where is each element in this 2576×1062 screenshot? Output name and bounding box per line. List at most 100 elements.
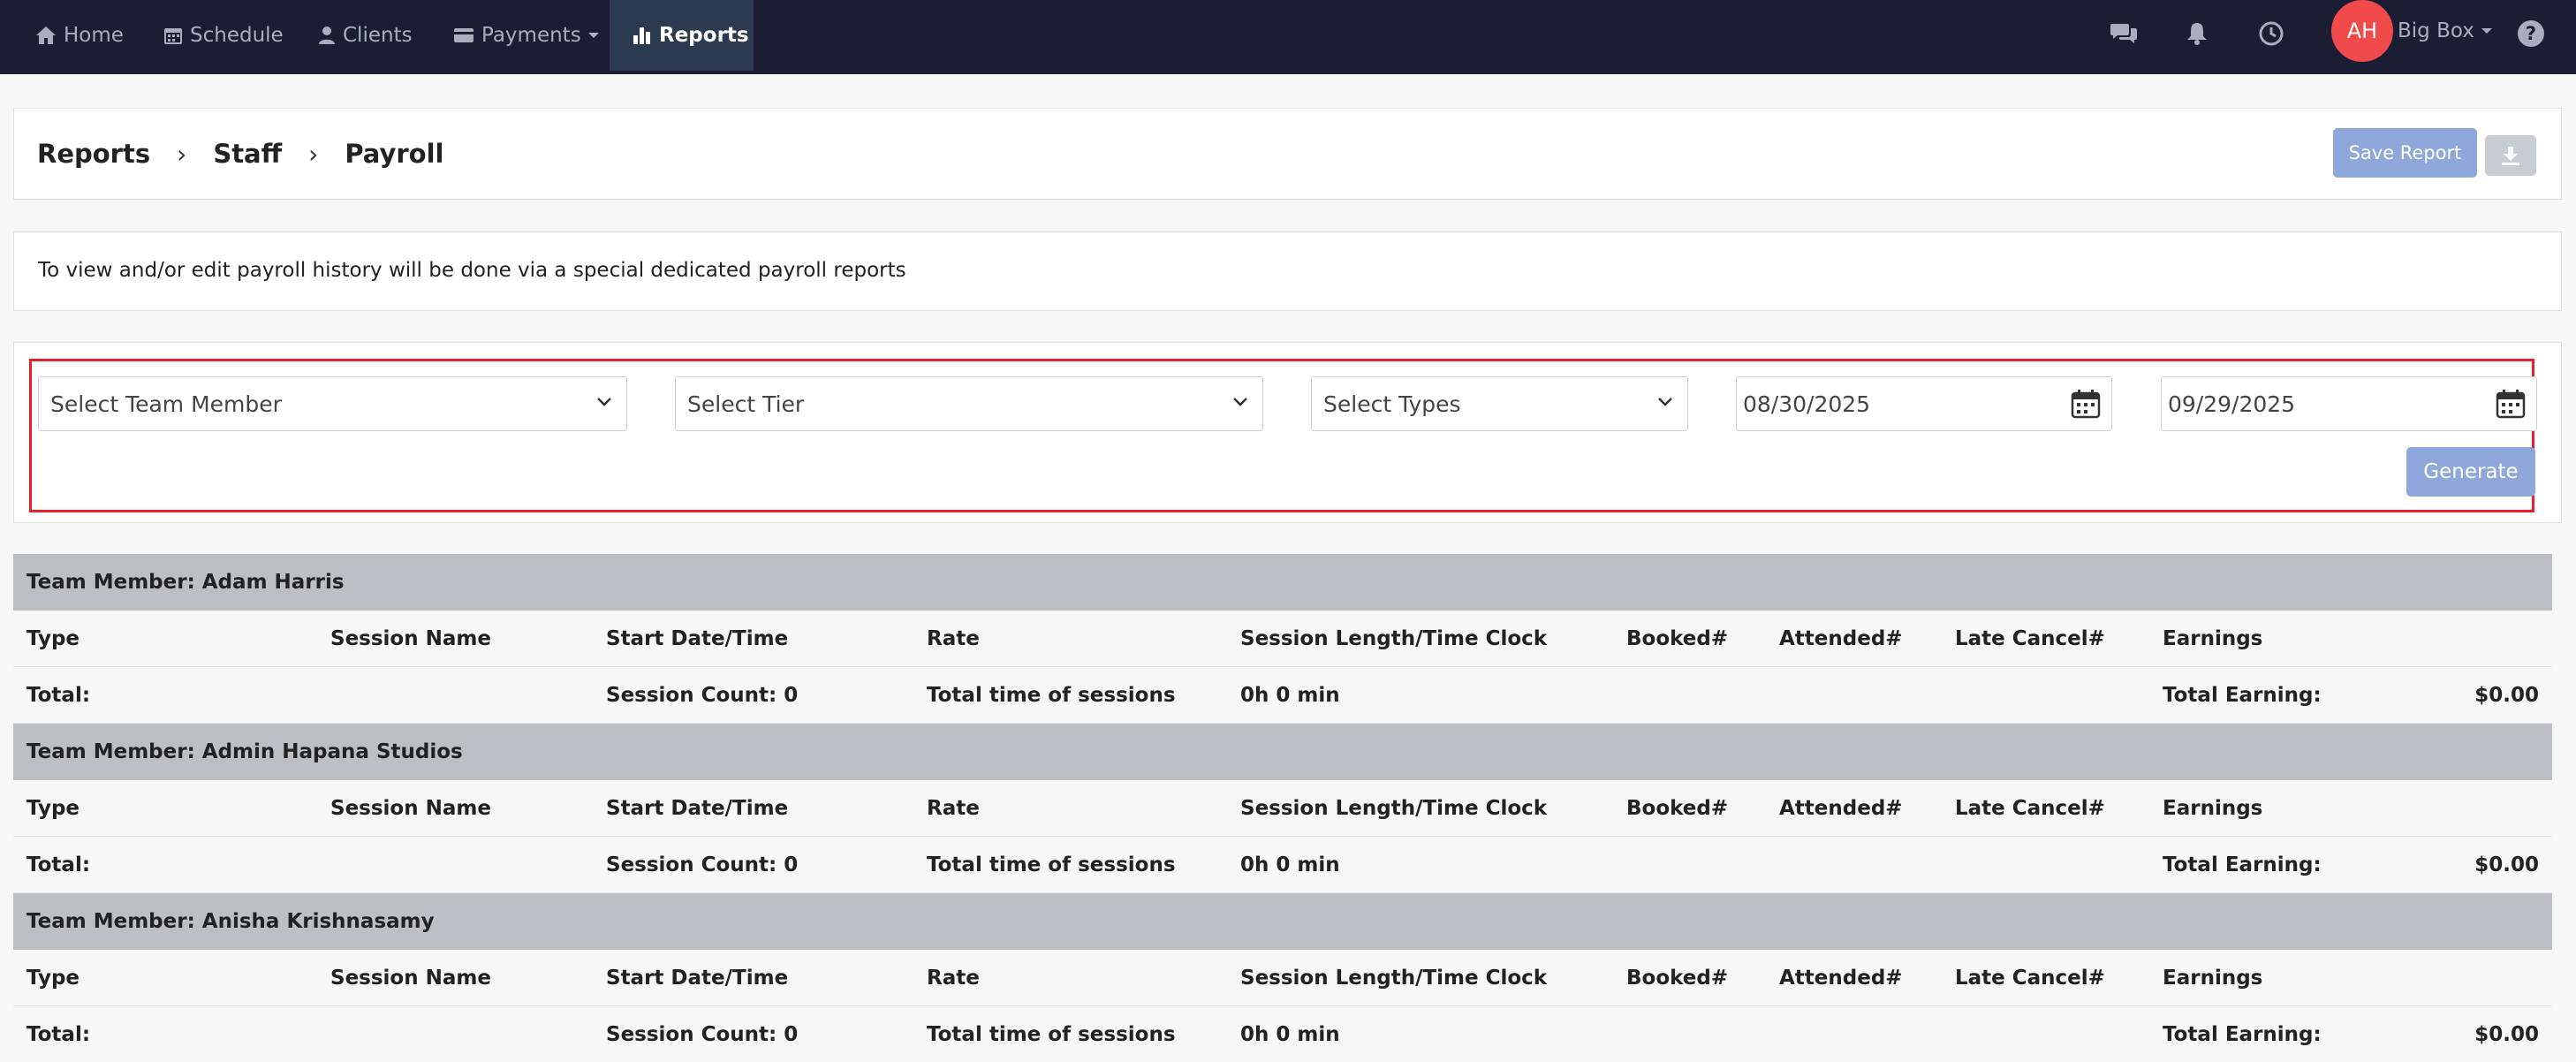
col-rate: Rate bbox=[927, 797, 980, 820]
col-attended: Attended# bbox=[1779, 627, 1903, 650]
member-name: Anisha Krishnasamy bbox=[201, 910, 435, 933]
start-date-value: 08/30/2025 bbox=[1743, 391, 1871, 417]
nav-reports-label: Reports bbox=[659, 24, 749, 47]
nav-home[interactable]: Home bbox=[35, 0, 124, 71]
chevron-down-icon bbox=[597, 398, 611, 406]
total-label: Total: bbox=[27, 684, 91, 707]
total-earning-value: $0.00 bbox=[2474, 853, 2539, 876]
svg-text:?: ? bbox=[2526, 23, 2536, 44]
total-row: Total: Session Count: 0 Total time of se… bbox=[13, 1006, 2552, 1062]
total-label: Total: bbox=[27, 853, 91, 876]
col-earnings: Earnings bbox=[2163, 967, 2263, 990]
total-earning-label: Total Earning: bbox=[2163, 853, 2322, 876]
start-date-input[interactable]: 08/30/2025 bbox=[1736, 376, 2112, 431]
chevron-down-icon bbox=[587, 33, 599, 38]
col-start-datetime: Start Date/Time bbox=[606, 797, 789, 820]
col-late-cancel: Late Cancel# bbox=[1955, 797, 2105, 820]
types-select[interactable]: Select Types bbox=[1311, 376, 1688, 431]
calendar-icon[interactable] bbox=[2496, 389, 2526, 419]
nav-payments-label: Payments bbox=[481, 24, 581, 47]
col-booked: Booked# bbox=[1626, 627, 1729, 650]
total-time-label: Total time of sessions bbox=[927, 1023, 1176, 1046]
home-icon bbox=[36, 27, 56, 44]
breadcrumb-payroll: Payroll bbox=[345, 139, 444, 169]
nav-clients[interactable]: Clients bbox=[318, 0, 413, 71]
col-attended: Attended# bbox=[1779, 797, 1903, 820]
chat-icon[interactable] bbox=[2108, 18, 2140, 49]
col-session-length: Session Length/Time Clock bbox=[1240, 797, 1548, 820]
total-time-value: 0h 0 min bbox=[1240, 1023, 1340, 1046]
column-header-row: Type Session Name Start Date/Time Rate S… bbox=[13, 950, 2552, 1006]
calendar-icon bbox=[164, 28, 182, 44]
total-earning-label: Total Earning: bbox=[2163, 684, 2322, 707]
member-prefix: Team Member: bbox=[27, 910, 202, 933]
nav-home-label: Home bbox=[64, 24, 124, 47]
total-earning-value: $0.00 bbox=[2474, 1023, 2539, 1046]
download-button[interactable] bbox=[2485, 135, 2536, 176]
breadcrumb-separator: › bbox=[308, 139, 319, 169]
col-rate: Rate bbox=[927, 627, 980, 650]
session-count: Session Count: 0 bbox=[606, 853, 799, 876]
team-member-select[interactable]: Select Team Member bbox=[38, 376, 627, 431]
col-booked: Booked# bbox=[1626, 797, 1729, 820]
col-type: Type bbox=[27, 797, 80, 820]
end-date-value: 09/29/2025 bbox=[2168, 391, 2296, 417]
total-earning-label: Total Earning: bbox=[2163, 1023, 2322, 1046]
col-start-datetime: Start Date/Time bbox=[606, 627, 789, 650]
total-row: Total: Session Count: 0 Total time of se… bbox=[13, 837, 2552, 893]
total-time-value: 0h 0 min bbox=[1240, 853, 1340, 876]
tier-select[interactable]: Select Tier bbox=[675, 376, 1263, 431]
nav-schedule[interactable]: Schedule bbox=[163, 0, 284, 71]
total-row: Total: Session Count: 0 Total time of se… bbox=[13, 667, 2552, 724]
account-name: Big Box bbox=[2398, 19, 2474, 42]
total-label: Total: bbox=[27, 1023, 91, 1046]
col-start-datetime: Start Date/Time bbox=[606, 967, 789, 990]
save-report-button[interactable]: Save Report bbox=[2333, 128, 2477, 178]
report-header: Reports › Staff › Payroll Save Report bbox=[13, 108, 2562, 200]
user-icon bbox=[319, 27, 335, 44]
breadcrumb-staff[interactable]: Staff bbox=[213, 139, 282, 169]
member-name: Adam Harris bbox=[201, 571, 345, 594]
top-navigation: Home Schedule Clients Payments Reports A… bbox=[0, 0, 2576, 74]
total-time-label: Total time of sessions bbox=[927, 853, 1176, 876]
generate-button[interactable]: Generate bbox=[2406, 447, 2535, 497]
col-session-name: Session Name bbox=[330, 627, 491, 650]
total-time-value: 0h 0 min bbox=[1240, 684, 1340, 707]
col-booked: Booked# bbox=[1626, 967, 1729, 990]
total-earning-value: $0.00 bbox=[2474, 684, 2539, 707]
col-type: Type bbox=[27, 967, 80, 990]
avatar[interactable]: AH bbox=[2331, 0, 2393, 62]
bell-icon[interactable] bbox=[2181, 18, 2213, 49]
end-date-input[interactable]: 09/29/2025 bbox=[2161, 376, 2537, 431]
col-earnings: Earnings bbox=[2163, 797, 2263, 820]
column-header-row: Type Session Name Start Date/Time Rate S… bbox=[13, 611, 2552, 667]
payroll-notice: To view and/or edit payroll history will… bbox=[13, 231, 2562, 311]
breadcrumb-separator: › bbox=[177, 139, 187, 169]
nav-clients-label: Clients bbox=[343, 24, 413, 47]
team-member-select-value: Select Team Member bbox=[50, 391, 282, 417]
member-row: Team Member: Admin Hapana Studios bbox=[13, 724, 2552, 780]
account-menu[interactable]: Big Box bbox=[2398, 19, 2492, 42]
session-count: Session Count: 0 bbox=[606, 684, 799, 707]
member-row: Team Member: Adam Harris bbox=[13, 554, 2552, 611]
member-row: Team Member: Anisha Krishnasamy bbox=[13, 893, 2552, 950]
chevron-down-icon bbox=[1233, 398, 1247, 406]
notice-text: To view and/or edit payroll history will… bbox=[38, 259, 906, 282]
col-session-name: Session Name bbox=[330, 797, 491, 820]
breadcrumb-reports[interactable]: Reports bbox=[37, 139, 150, 169]
clock-icon[interactable] bbox=[2255, 18, 2287, 49]
session-count: Session Count: 0 bbox=[606, 1023, 799, 1046]
nav-reports[interactable]: Reports bbox=[610, 0, 754, 71]
nav-payments[interactable]: Payments bbox=[453, 0, 599, 71]
chevron-down-icon bbox=[2481, 28, 2492, 34]
card-icon bbox=[454, 28, 474, 42]
col-session-length: Session Length/Time Clock bbox=[1240, 627, 1548, 650]
calendar-icon[interactable] bbox=[2071, 389, 2101, 419]
col-rate: Rate bbox=[927, 967, 980, 990]
member-prefix: Team Member: bbox=[27, 571, 202, 594]
help-icon[interactable]: ? bbox=[2515, 18, 2547, 49]
col-earnings: Earnings bbox=[2163, 627, 2263, 650]
chevron-down-icon bbox=[1658, 398, 1672, 406]
tier-select-value: Select Tier bbox=[687, 391, 805, 417]
column-header-row: Type Session Name Start Date/Time Rate S… bbox=[13, 780, 2552, 837]
